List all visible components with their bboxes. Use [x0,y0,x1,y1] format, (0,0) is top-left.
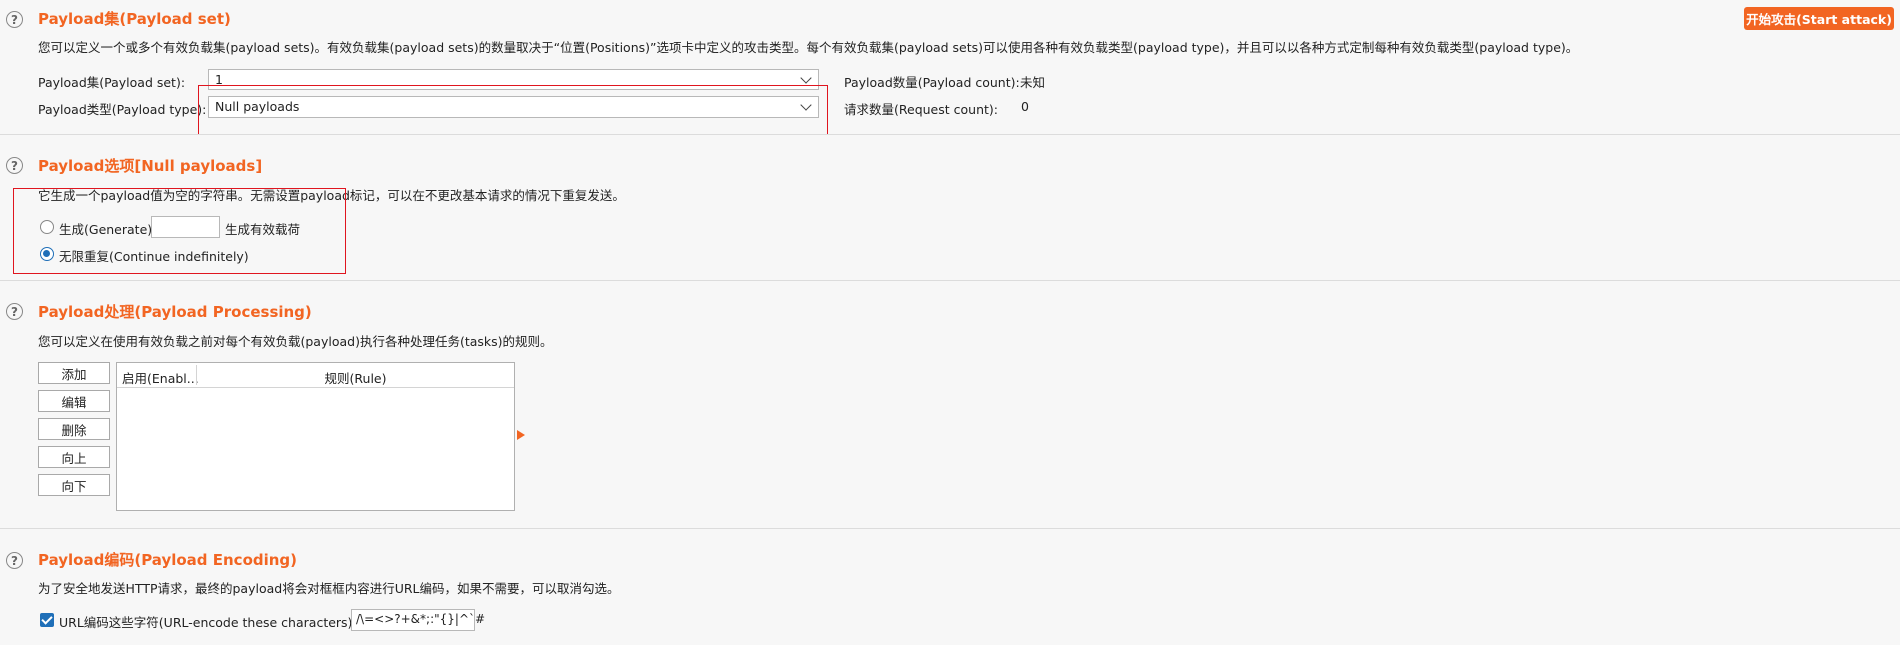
section-divider [0,280,1900,281]
payload-set-label: Payload集(Payload set): [38,75,186,90]
move-up-button[interactable]: 向上 [38,446,110,468]
urlencode-checkbox[interactable] [40,613,54,627]
chevron-down-icon [800,72,812,84]
payload-set-description: 您可以定义一个或多个有效负载集(payload sets)。有效负载集(payl… [38,40,1579,55]
processing-rules-table[interactable]: 启用(Enabl... 规则(Rule) [116,362,515,511]
urlencode-label: URL编码这些字符(URL-encode these characters): [59,615,357,630]
table-header: 启用(Enabl... 规则(Rule) [117,363,514,388]
remove-rule-button[interactable]: 删除 [38,418,110,440]
request-count-value: 0 [1021,99,1029,114]
section-divider [0,134,1900,135]
help-icon[interactable]: ? [6,552,23,569]
payload-processing-description: 您可以定义在使用有效负载之前对每个有效负载(payload)执行各种处理任务(t… [38,334,553,349]
column-header-rule[interactable]: 规则(Rule) [197,368,514,387]
edit-rule-button[interactable]: 编辑 [38,390,110,412]
urlencode-characters-input[interactable]: /\=<>?+&*;:"{}|^`# [351,609,485,631]
move-down-button[interactable]: 向下 [38,474,110,496]
help-icon[interactable]: ? [6,303,23,320]
help-icon[interactable]: ? [6,11,23,28]
payload-encoding-description: 为了安全地发送HTTP请求，最终的payload将会对框框内容进行URL编码，如… [38,581,620,596]
payload-set-title: Payload集(Payload set) [38,10,231,28]
payload-options-title: Payload选项[Null payloads] [38,157,263,175]
highlight-box-payload-type [198,85,828,135]
help-icon[interactable]: ? [6,157,23,174]
column-header-enabled[interactable]: 启用(Enabl... [122,368,199,387]
payload-type-label: Payload类型(Payload type): [38,102,207,117]
request-count-label: 请求数量(Request count): [844,102,998,117]
payload-processing-title: Payload处理(Payload Processing) [38,303,312,321]
add-rule-button[interactable]: 添加 [38,362,110,384]
section-divider [0,528,1900,529]
expand-arrow-icon[interactable] [517,430,525,440]
start-attack-button[interactable]: 开始攻击(Start attack) [1744,7,1894,30]
payload-count-label: Payload数量(Payload count): [844,75,1020,90]
payload-count-value: 未知 [1020,75,1046,90]
payload-encoding-title: Payload编码(Payload Encoding) [38,551,298,569]
highlight-box-payload-options [13,188,346,274]
